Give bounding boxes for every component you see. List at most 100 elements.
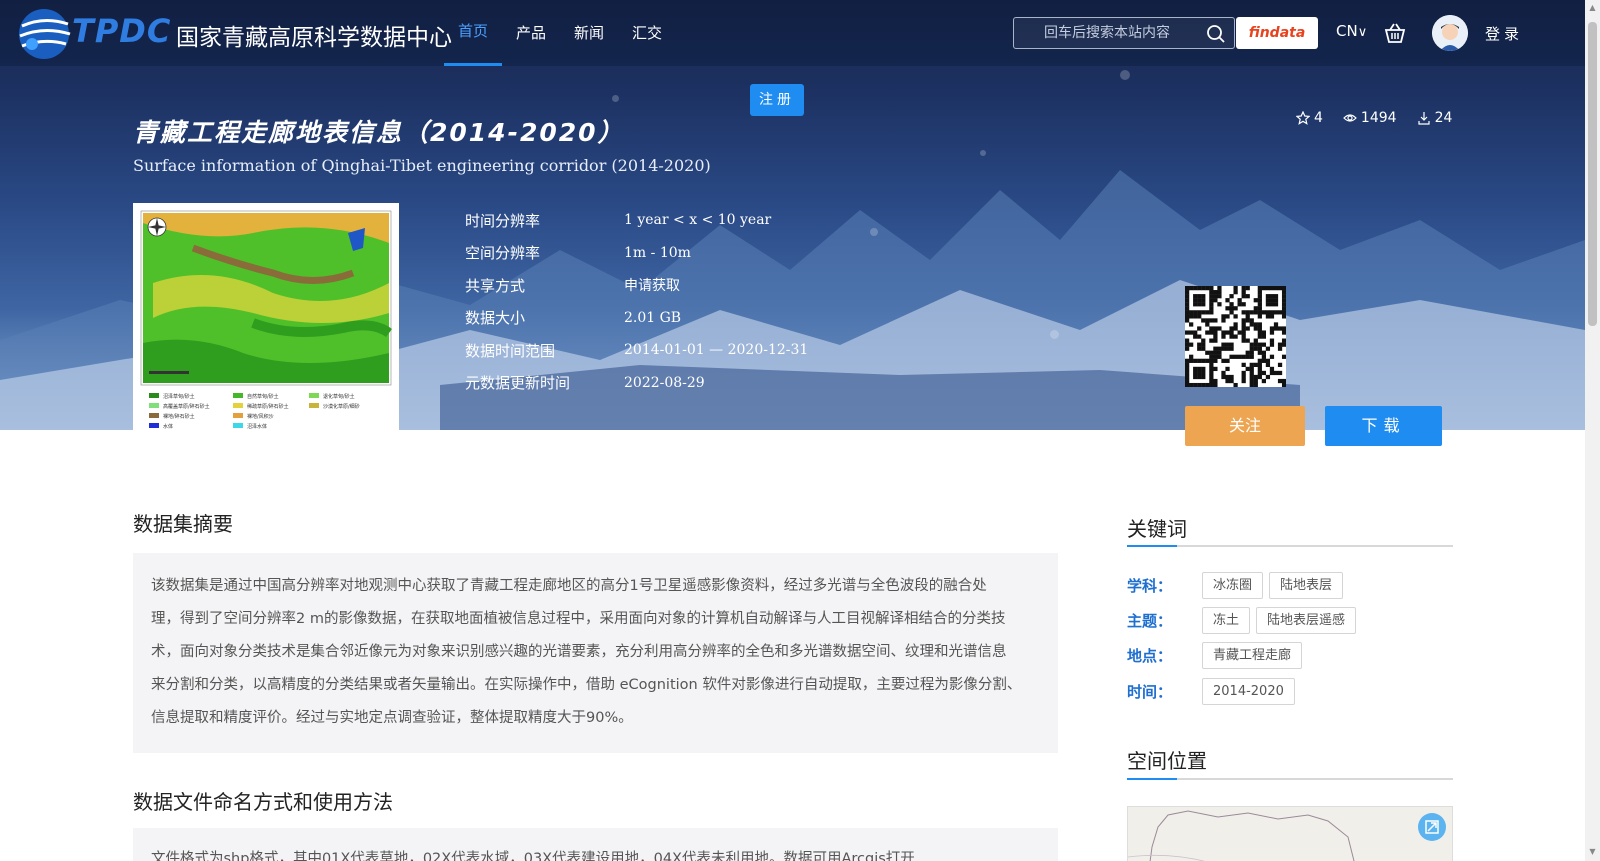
search-icon[interactable] [1206,24,1226,44]
meta-value: 2014-01-01 — 2020-12-31 [624,342,809,359]
findata-button[interactable]: findata [1236,17,1318,49]
legend-text: 裸地/风积沙 [247,413,274,420]
abstract-line: 信息提取和精度评价。经过与实地定点调查验证，整体提取精度大于90%。 [151,710,633,726]
keyword-tag[interactable]: 冰冻圈 [1202,572,1264,599]
qr-code-icon [1185,286,1287,388]
spatial-heading: 空间位置 [1127,749,1207,773]
keyword-label: 时间： [1127,683,1173,701]
keyword-label: 学科： [1127,577,1173,595]
legend-text: 自然草甸/砂土 [247,393,279,400]
spatial-divider [1127,778,1453,780]
nav-home[interactable]: 首页 [444,0,503,66]
download-count-value: 24 [1434,110,1453,126]
keyword-row-time: 时间： 2014-2020 [1127,678,1301,705]
nav-submit[interactable]: 汇交 [618,0,676,66]
language-label: CN [1336,22,1358,40]
keyword-tag[interactable]: 青藏工程走廊 [1202,642,1303,669]
abstract-heading: 数据集摘要 [133,512,233,536]
files-text: 文件格式为shp格式，其中01X代表草地，02X代表水域，03X代表建设用地，0… [133,828,1058,861]
user-avatar[interactable] [1432,15,1468,51]
meta-label: 数据大小 [465,309,526,328]
logo-wordmark[interactable]: TPDC [72,12,171,50]
spatial-map[interactable] [1127,806,1453,861]
meta-value: 申请获取 [624,278,680,295]
scroll-up-arrow-icon[interactable]: ▲ [1588,4,1597,12]
meta-row-spatial-resolution: 空间分辨率 1m - 10m [465,237,808,270]
keyword-label: 地点： [1127,647,1173,665]
abstract-line: 理，得到了空间分辨率2 m的影像数据，在获取地面植被信息过程中，采用面向对象的计… [151,611,1006,627]
top-navigation-bar: TPDC 国家青藏高原科学数据中心 首页 产品 新闻 汇交 findata CN… [0,0,1585,66]
keyword-row-theme: 主题： 冻土 陆地表层遥感 [1127,607,1362,634]
register-button[interactable]: 注册 [750,84,804,116]
nav-products[interactable]: 产品 [502,0,560,66]
keyword-row-discipline: 学科： 冰冻圈 陆地表层 [1127,572,1349,599]
keyword-tag[interactable]: 陆地表层遥感 [1256,607,1357,634]
thumbnail-map-image: 沼泽草甸/砂土 自然草甸/砂土 退化草甸/砂土 高覆盖草原/碎石砂土 稀疏草原/… [133,203,399,430]
meta-label: 元数据更新时间 [465,374,571,393]
files-heading: 数据文件命名方式和使用方法 [133,790,393,814]
legend-text: 稀疏草原/碎石砂土 [247,403,289,410]
keyword-row-place: 地点： 青藏工程走廊 [1127,642,1308,669]
download-icon [1417,112,1430,125]
meta-value: 2.01 GB [624,309,682,326]
view-count-value: 1494 [1360,110,1397,126]
keywords-divider [1127,545,1453,547]
meta-row-sharing-mode: 共享方式 申请获取 [465,269,808,302]
keyword-tag[interactable]: 陆地表层 [1269,572,1344,599]
favorite-count-value: 4 [1314,110,1323,126]
dataset-stats: 4 1494 24 [1296,110,1452,126]
abstract-line: 该数据集是通过中国高分辨率对地观测中心获取了青藏工程走廊地区的高分1号卫星遥感影… [151,578,987,594]
favorite-count[interactable]: 4 [1296,110,1323,126]
expand-map-button[interactable] [1418,813,1446,841]
keywords-heading: 关键词 [1127,517,1187,541]
dataset-title-en: Surface information of Qinghai-Tibet eng… [133,156,711,175]
legend-text: 高覆盖草原/碎石砂土 [163,403,210,410]
meta-row-metadata-updated: 元数据更新时间 2022-08-29 [465,367,808,400]
abstract-line: 来分割和分类，以高精度的分类结果或者矢量输出。在实际操作中，借助 eCognit… [151,677,1022,693]
meta-label: 数据时间范围 [465,341,556,360]
meta-label: 共享方式 [465,276,526,295]
meta-row-time-range: 数据时间范围 2014-01-01 — 2020-12-31 [465,334,808,367]
keyword-tag[interactable]: 2014-2020 [1202,678,1295,705]
star-icon [1296,111,1310,125]
meta-label: 时间分辨率 [465,211,541,230]
keyword-tag[interactable]: 冻土 [1202,607,1251,634]
meta-value: 2022-08-29 [624,374,705,391]
download-button[interactable]: 下载 [1325,406,1442,446]
abstract-text: 该数据集是通过中国高分辨率对地观测中心获取了青藏工程走廊地区的高分1号卫星遥感影… [133,553,1058,753]
language-switch[interactable]: CN∨ [1336,22,1367,40]
logo-site-name[interactable]: 国家青藏高原科学数据中心 [176,18,452,52]
keyword-label: 主题： [1127,612,1173,630]
search-input[interactable] [1014,18,1204,48]
qr-code [1185,286,1287,388]
download-count: 24 [1417,110,1453,126]
legend-text: 沼泽水体 [247,423,267,430]
legend-text: 退化草甸/砂土 [323,393,355,400]
legend-text: 沼泽草甸/砂土 [163,393,195,400]
dataset-metadata: 时间分辨率 1 year < x < 10 year 空间分辨率 1m - 10… [465,204,808,399]
dataset-title-cn: 青藏工程走廊地表信息（2014-2020） [133,118,625,147]
nav-news[interactable]: 新闻 [560,0,618,66]
dataset-thumbnail-map[interactable]: 沼泽草甸/砂土 自然草甸/砂土 退化草甸/砂土 高覆盖草原/碎石砂土 稀疏草原/… [133,203,399,430]
meta-value: 1 year < x < 10 year [624,212,772,229]
scroll-down-arrow-icon[interactable]: ▼ [1588,848,1597,856]
meta-value: 1m - 10m [624,244,691,261]
main-nav: 首页 产品 新闻 汇交 [444,0,676,66]
meta-label: 空间分辨率 [465,244,541,263]
login-link[interactable]: 登录 [1485,23,1523,44]
cart-basket-icon[interactable] [1384,22,1406,44]
eye-icon [1343,114,1357,122]
user-avatar-icon [1432,15,1468,51]
chevron-down-icon: ∨ [1357,25,1368,40]
tpdc-globe-logo-icon[interactable] [14,4,74,62]
meta-row-temporal-resolution: 时间分辨率 1 year < x < 10 year [465,204,808,237]
legend-text: 沙漠化草原/细砂 [323,403,360,410]
meta-row-data-size: 数据大小 2.01 GB [465,302,808,335]
view-count: 1494 [1343,110,1397,126]
legend-text: 裸地/碎石砂土 [163,413,195,420]
follow-button[interactable]: 关注 [1185,406,1305,446]
expand-icon [1425,820,1439,834]
site-search [1013,17,1235,49]
abstract-line: 术，面向对象分类技术是集合邻近像元为对象来识别感兴趣的光谱要素，充分利用高分辨率… [151,644,1007,660]
scrollbar-thumb[interactable] [1588,22,1597,326]
